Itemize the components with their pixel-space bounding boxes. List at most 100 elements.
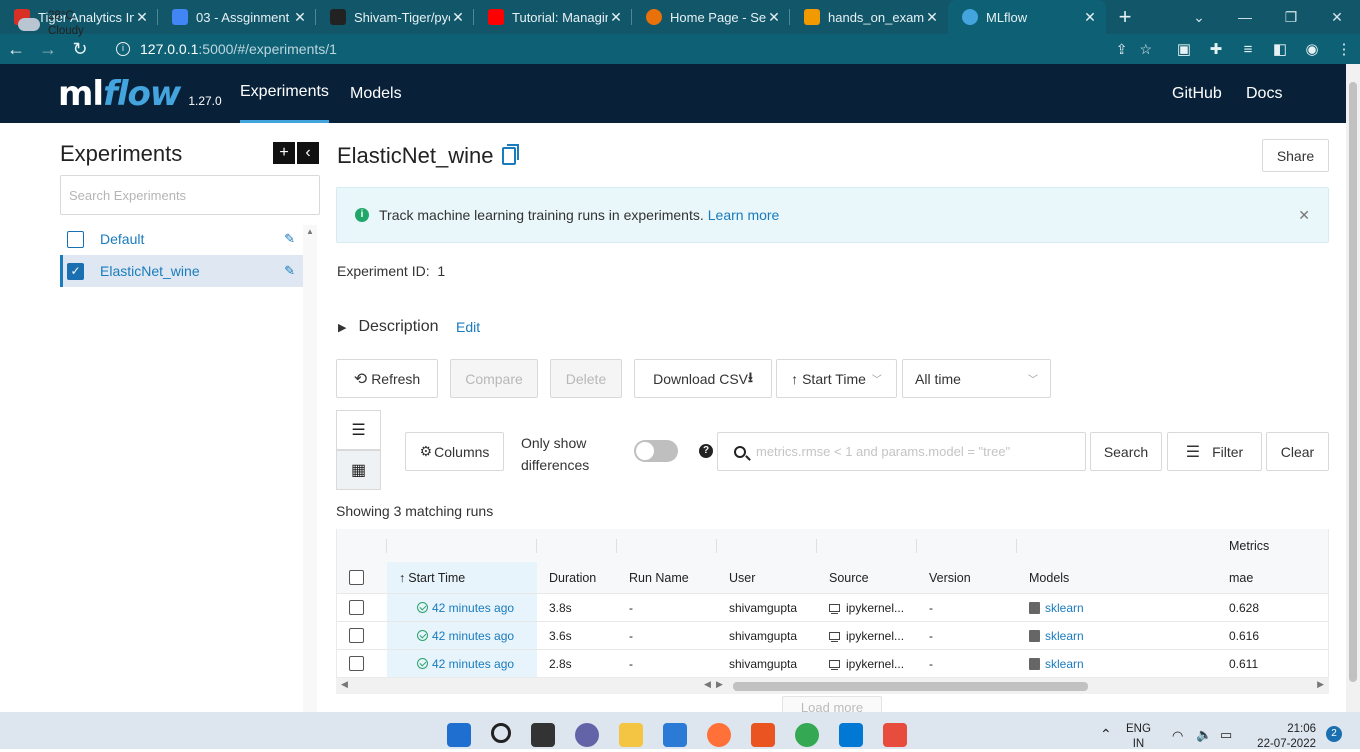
- browser-tab[interactable]: Shivam-Tiger/pyc ✕: [316, 0, 474, 34]
- start-time-cell[interactable]: 42 minutes ago: [387, 650, 537, 677]
- list-view-toggle[interactable]: ☰: [336, 410, 381, 450]
- start-time-cell[interactable]: 42 minutes ago: [387, 622, 537, 649]
- share-button[interactable]: Share: [1262, 139, 1329, 172]
- battery-icon[interactable]: ▭: [1220, 727, 1232, 742]
- table-row[interactable]: 42 minutes ago 3.6s - shivamgupta ipyker…: [337, 622, 1328, 650]
- tab-search-icon[interactable]: ⌄: [1176, 0, 1222, 34]
- description-toggle[interactable]: ▶ Description: [338, 318, 439, 336]
- bookmark-star-icon[interactable]: ☆: [1139, 41, 1152, 58]
- column-mae[interactable]: mae: [1217, 562, 1317, 593]
- column-start-time[interactable]: ↑ Start Time: [387, 562, 537, 593]
- ubuntu-icon[interactable]: [751, 723, 775, 747]
- close-icon[interactable]: ✕: [766, 9, 782, 26]
- help-icon[interactable]: ?: [699, 444, 713, 458]
- download-csv-button[interactable]: Download CSV ⭳: [634, 359, 772, 398]
- task-view-icon[interactable]: [531, 723, 555, 747]
- mlflow-logo[interactable]: mlflow: [58, 74, 181, 114]
- experiment-search-input[interactable]: [60, 175, 320, 215]
- sidebar-item-elasticnet-wine[interactable]: ✓ ElasticNet_wine ✎: [60, 255, 303, 287]
- model-link[interactable]: sklearn: [1045, 629, 1084, 643]
- checkbox[interactable]: [67, 230, 84, 248]
- language-indicator[interactable]: ENG IN: [1126, 722, 1151, 752]
- reading-list-icon[interactable]: ≡: [1232, 41, 1264, 58]
- time-range-select[interactable]: All time ﹀: [902, 359, 1051, 398]
- scroll-left-icon[interactable]: ◀: [341, 679, 348, 690]
- nav-models[interactable]: Models: [350, 64, 402, 123]
- column-user[interactable]: User: [717, 562, 817, 593]
- volume-icon[interactable]: 🔈: [1196, 727, 1212, 742]
- sidebar-item-default[interactable]: Default ✎: [60, 223, 303, 255]
- source-cell[interactable]: ipykernel...: [817, 594, 917, 621]
- store-icon[interactable]: [663, 723, 687, 747]
- select-all-checkbox[interactable]: [349, 570, 364, 585]
- url-input[interactable]: i 127.0.0.1:5000/#/experiments/1 ⇪ ☆: [102, 36, 1162, 62]
- side-panel-icon[interactable]: ◧: [1264, 40, 1296, 58]
- chrome-icon[interactable]: [795, 723, 819, 747]
- start-time-cell[interactable]: 42 minutes ago: [387, 594, 537, 621]
- weather-widget[interactable]: 28°C Cloudy: [18, 9, 84, 39]
- only-differences-switch[interactable]: [634, 440, 678, 462]
- edit-pencil-icon[interactable]: ✎: [284, 263, 295, 279]
- browser-tab[interactable]: hands_on_examp ✕: [790, 0, 948, 34]
- models-cell[interactable]: sklearn: [1017, 650, 1217, 677]
- sort-select[interactable]: ↑ Start Time ﹀: [776, 359, 897, 398]
- browser-tab-active[interactable]: MLflow ✕: [948, 0, 1106, 34]
- column-version[interactable]: Version: [917, 562, 1017, 593]
- search-icon[interactable]: [491, 723, 511, 743]
- columns-button[interactable]: ⚙ Columns: [405, 432, 504, 471]
- sidebar-scrollbar[interactable]: ▲: [303, 225, 317, 712]
- windows-start-icon[interactable]: [447, 723, 471, 747]
- model-link[interactable]: sklearn: [1045, 657, 1084, 671]
- run-search-input[interactable]: [756, 444, 1085, 459]
- learn-more-link[interactable]: Learn more: [708, 207, 780, 223]
- share-page-icon[interactable]: ⇪: [1116, 41, 1128, 58]
- table-row[interactable]: 42 minutes ago 2.8s - shivamgupta ipyker…: [337, 650, 1328, 677]
- clock[interactable]: 21:06 22-07-2022: [1252, 722, 1316, 752]
- start-time-link[interactable]: 42 minutes ago: [432, 629, 514, 643]
- tray-chevron-icon[interactable]: ⌃: [1100, 727, 1112, 742]
- create-experiment-button[interactable]: +: [273, 142, 295, 164]
- window-close-icon[interactable]: ✕: [1314, 0, 1360, 34]
- nav-experiments[interactable]: Experiments: [240, 64, 329, 123]
- profile-avatar-icon[interactable]: ◉: [1296, 40, 1328, 58]
- page-scrollbar[interactable]: [1346, 64, 1360, 712]
- start-time-link[interactable]: 42 minutes ago: [432, 601, 514, 615]
- back-icon[interactable]: ←: [0, 39, 32, 60]
- source-cell[interactable]: ipykernel...: [817, 650, 917, 677]
- notification-badge[interactable]: 2: [1326, 726, 1342, 742]
- table-horizontal-scrollbar[interactable]: ◀ ◀ ▶ ▶: [336, 678, 1329, 694]
- close-icon[interactable]: ✕: [1298, 207, 1310, 224]
- copy-icon[interactable]: [501, 144, 519, 165]
- nav-docs[interactable]: Docs: [1246, 64, 1282, 123]
- compare-button[interactable]: Compare: [450, 359, 538, 398]
- table-view-toggle[interactable]: ▦: [336, 450, 381, 490]
- extension-alert-icon[interactable]: ▣: [1168, 40, 1200, 58]
- firefox-icon[interactable]: [707, 723, 731, 747]
- source-cell[interactable]: ipykernel...: [817, 622, 917, 649]
- filter-button[interactable]: ☰ Filter: [1167, 432, 1262, 471]
- delete-button[interactable]: Delete: [550, 359, 622, 398]
- scroll-left-icon[interactable]: ◀: [704, 679, 711, 690]
- menu-dots-icon[interactable]: ⋮: [1328, 40, 1360, 58]
- scrollbar-thumb[interactable]: [1349, 82, 1357, 682]
- close-icon[interactable]: ✕: [608, 9, 624, 26]
- models-cell[interactable]: sklearn: [1017, 622, 1217, 649]
- models-cell[interactable]: sklearn: [1017, 594, 1217, 621]
- row-checkbox[interactable]: [349, 628, 364, 643]
- start-time-link[interactable]: 42 minutes ago: [432, 657, 514, 671]
- forward-icon[interactable]: →: [32, 39, 64, 60]
- minimize-icon[interactable]: —: [1222, 0, 1268, 34]
- table-row[interactable]: 42 minutes ago 3.8s - shivamgupta ipyker…: [337, 594, 1328, 622]
- close-icon[interactable]: ✕: [924, 9, 940, 26]
- close-icon[interactable]: ✕: [450, 9, 466, 26]
- column-source[interactable]: Source: [817, 562, 917, 593]
- scroll-right-icon[interactable]: ▶: [1317, 679, 1324, 690]
- file-explorer-icon[interactable]: [619, 723, 643, 747]
- close-icon[interactable]: ✕: [134, 9, 150, 26]
- search-button[interactable]: Search: [1090, 432, 1162, 471]
- vscode-icon[interactable]: [839, 723, 863, 747]
- reload-icon[interactable]: ↻: [64, 39, 96, 60]
- model-link[interactable]: sklearn: [1045, 601, 1084, 615]
- teams-chat-icon[interactable]: [575, 723, 599, 747]
- collapse-sidebar-button[interactable]: ‹: [297, 142, 319, 164]
